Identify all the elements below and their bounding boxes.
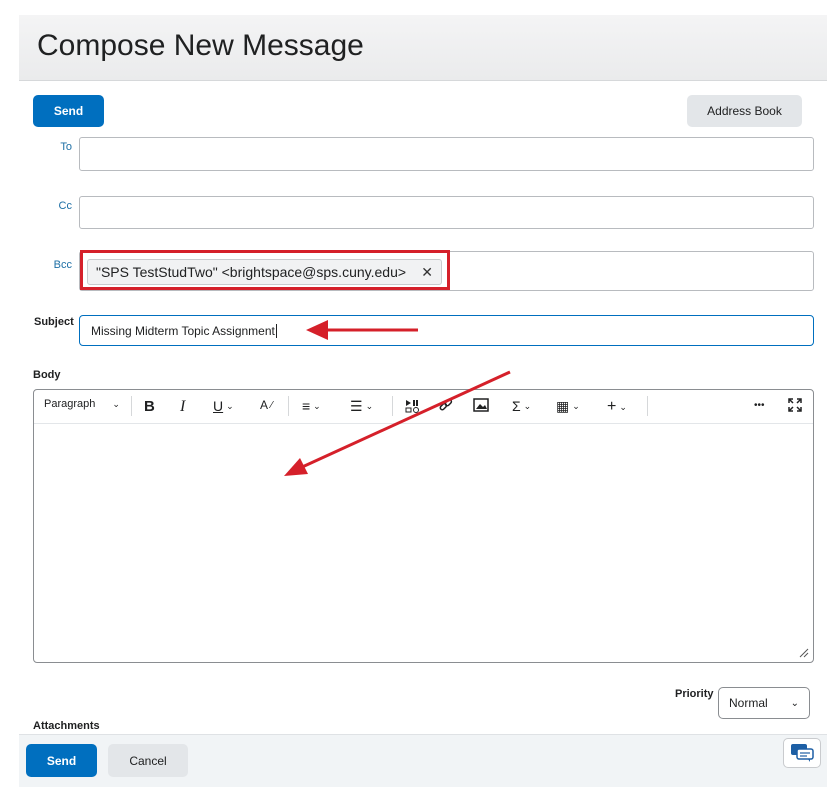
- cancel-button[interactable]: Cancel: [108, 744, 188, 777]
- chat-widget-button[interactable]: [783, 738, 821, 768]
- annotation-arrow-body: [299, 370, 511, 470]
- send-button-bottom[interactable]: Send: [26, 744, 97, 777]
- annotation-arrowhead-subject: [306, 320, 328, 340]
- priority-selected-value: Normal: [729, 696, 768, 710]
- priority-label: Priority: [675, 688, 714, 700]
- chevron-down-icon: ⌄: [790, 697, 799, 709]
- annotation-arrows: [284, 320, 511, 476]
- priority-select[interactable]: Normal ⌄: [718, 687, 810, 719]
- attachments-label: Attachments: [33, 720, 100, 732]
- annotation-arrowhead-body: [284, 458, 308, 476]
- chat-icon: [791, 744, 814, 762]
